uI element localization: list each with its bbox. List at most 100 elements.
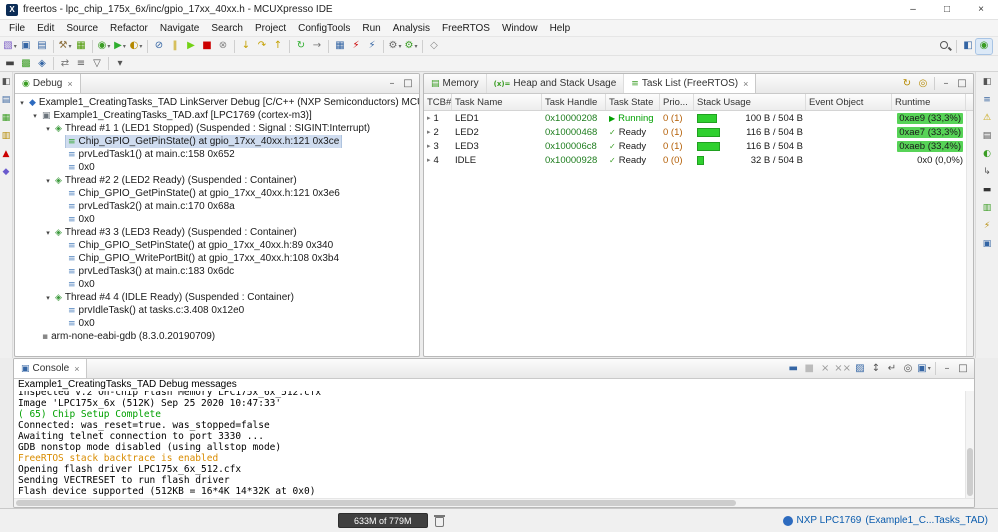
debug-tree-item[interactable]: ≡ 0x0 [15,213,419,226]
debug-tree-item[interactable]: ≡ prvLedTask1() at main.c:158 0x652 [15,148,419,161]
flash-programmer-icon[interactable]: ⚡ [348,39,364,54]
terminate-icon[interactable]: ■ [199,39,215,54]
minimize-view-icon[interactable]: – [939,361,955,376]
quick-settings-icon[interactable]: ⚙ ▾ [403,39,419,54]
maximize-window-button[interactable]: □ [930,0,964,19]
refresh-tasks-icon[interactable]: ↻ [899,76,915,91]
task-row[interactable]: ▸ 1 LED1 0x10000208 ▶ Running 0 (1) 100 B / 504… [424,111,973,125]
clean-icon[interactable]: ▦ [73,39,89,54]
tab-close-icon[interactable]: × [67,79,72,89]
debug-tree-item[interactable]: ≡ 0x0 [15,278,419,291]
minimize-view-icon[interactable]: – [384,76,400,91]
step-into-icon[interactable]: ↓ [238,39,254,54]
collapse-all-icon[interactable]: ≡ [73,56,89,71]
column-header-tcb[interactable]: TCB# [424,94,452,110]
suspend-icon[interactable]: ‖ [167,39,183,54]
column-header-handle[interactable]: Task Handle [542,94,606,110]
remove-launch-icon[interactable]: × [817,361,833,376]
maximize-view-icon[interactable]: □ [954,76,970,91]
registers-icon[interactable]: ▥ [0,130,13,143]
task-row[interactable]: ▸ 3 LED3 0x100006c8 ✓ Ready 0 (1) 116 B / 504 B… [424,139,973,153]
menu-configtools[interactable]: ConfigTools [292,22,356,35]
console-horizontal-scrollbar[interactable] [14,498,974,507]
terminate-icon[interactable]: ■ [801,361,817,376]
scroll-lock-icon[interactable]: ↕ [868,361,884,376]
debug-tree-item[interactable]: ≡ Chip_GPIO_GetPinState() at gpio_17xx_40… [15,135,419,148]
outline-icon[interactable]: ≡ [981,94,994,107]
step-over-icon[interactable]: ↷ [254,39,270,54]
pin-view-icon[interactable]: ◎ [915,76,931,91]
debug-tree-item[interactable]: ≡ Chip_GPIO_GetPinState() at gpio_17xx_40… [15,187,419,200]
menu-refactor[interactable]: Refactor [104,22,154,35]
skip-breakpoints-icon[interactable]: ⊘ [151,39,167,54]
task-row[interactable]: ▸ 2 LED2 0x10000468 ✓ Ready 0 (1) 116 B / 504 B… [424,125,973,139]
view-menu-icon[interactable]: ▾ [112,56,128,71]
save-icon[interactable]: ▣ [18,39,34,54]
debug-tree-item[interactable]: ▪ arm-none-eabi-gdb (8.3.0.20190709) [15,330,419,343]
menu-edit[interactable]: Edit [31,22,60,35]
tab-heap-and-stack-usage[interactable]: (x)= Heap and Stack Usage [487,74,625,93]
restore-views-icon[interactable]: ◧ [981,76,994,89]
menu-window[interactable]: Window [496,22,544,35]
develop-perspective-icon[interactable]: ◧ [960,39,976,54]
task-row[interactable]: ▸ 4 IDLE 0x10000928 ✓ Ready 0 (0) 32 B / 504 B0… [424,153,973,167]
build-icon[interactable]: ⚒ ▾ [57,39,73,54]
project-explorer-icon[interactable]: ▤ [0,94,13,107]
search-button[interactable] [937,39,953,54]
step-return-icon[interactable]: ↑ [270,39,286,54]
minimize-view-icon[interactable]: – [938,76,954,91]
menu-search[interactable]: Search [205,22,249,35]
tab-console[interactable]: ▣ Console × [14,359,88,378]
close-window-button[interactable]: × [964,0,998,19]
debug-tree-item[interactable]: ▾ ◈ Thread #3 3 (LED3 Ready) (Suspended : … [15,226,419,239]
console-vertical-scrollbar-thumb[interactable] [967,447,973,496]
menu-project[interactable]: Project [249,22,292,35]
symbol-viewer-icon[interactable]: ◆ [0,166,13,179]
clear-console-icon[interactable]: ▨ [852,361,868,376]
row-expander-icon[interactable]: ▸ [427,156,431,164]
tab-debug[interactable]: ◉ Debug × [15,74,81,93]
project-link[interactable]: (Example1_C...Tasks_TAD) [865,515,988,526]
open-console-icon[interactable]: ▣ ▾ [916,361,932,376]
maximize-view-icon[interactable]: □ [400,76,416,91]
column-header-event[interactable]: Event Object [806,94,892,110]
instruction-stepping-icon[interactable]: → [309,39,325,54]
pin-console-icon[interactable]: ◎ [900,361,916,376]
remove-all-launches-icon[interactable]: ×× [833,361,852,376]
expander-open-icon[interactable]: ▾ [43,229,53,237]
restart-icon[interactable]: ↻ [293,39,309,54]
tab-close-icon[interactable]: × [74,364,79,374]
console-vertical-scrollbar[interactable] [965,391,974,498]
link-with-editor-icon[interactable]: ⇄ [57,56,73,71]
new-wizard-icon[interactable]: ▧ ▾ [2,39,18,54]
debug-tree-item[interactable]: ▾ ◈ Thread #1 1 (LED1 Stopped) (Suspended … [15,122,419,135]
menu-help[interactable]: Help [544,22,577,35]
debug-tree-item[interactable]: ▾ ◆ Example1_CreatingTasks_TAD LinkServer … [15,96,419,109]
sdk-manager-icon[interactable]: ▩ [18,56,34,71]
word-wrap-icon[interactable]: ↵ [884,361,900,376]
filters-icon[interactable]: ▽ [89,56,105,71]
problems-icon[interactable]: ⚠ [981,112,994,125]
resume-icon[interactable]: ▶ [183,39,199,54]
debug-tree-item[interactable]: ≡ prvLedTask3() at main.c:183 0x6dc [15,265,419,278]
device-link[interactable]: NXP LPC1769 [797,515,862,526]
run-icon[interactable]: ▶ ▾ [112,39,128,54]
tab-close-icon[interactable]: × [743,79,748,89]
stack-usage-icon[interactable]: ▥ [981,202,994,215]
debug-tree-item[interactable]: ≡ prvLedTask2() at main.c:170 0x68a [15,200,419,213]
expander-open-icon[interactable]: ▾ [17,99,27,107]
config-tools-icon[interactable]: ⚙ ▾ [387,39,403,54]
menu-analysis[interactable]: Analysis [387,22,436,35]
row-expander-icon[interactable]: ▸ [427,114,431,122]
debug-perspective-icon[interactable]: ◉ [975,37,993,55]
power-measurement-icon[interactable]: ⚡ [981,220,994,233]
profile-icon[interactable]: ◐ ▾ [128,39,144,54]
console-horizontal-scrollbar-thumb[interactable] [16,500,736,506]
debug-tree-item[interactable]: ≡ prvIdleTask() at tasks.c:3.408 0x12e0 [15,304,419,317]
progress-icon[interactable]: ◐ [981,148,994,161]
debug-tree-item[interactable]: ▾ ◈ Thread #4 4 (IDLE Ready) (Suspended : … [15,291,419,304]
tab-task-list-freertos[interactable]: ≡ Task List (FreeRTOS) × [624,74,757,93]
menu-freertos[interactable]: FreeRTOS [436,22,496,35]
column-header-name[interactable]: Task Name [452,94,542,110]
debug-tree-item[interactable]: ≡ Chip_GPIO_SetPinState() at gpio_17xx_40… [15,239,419,252]
